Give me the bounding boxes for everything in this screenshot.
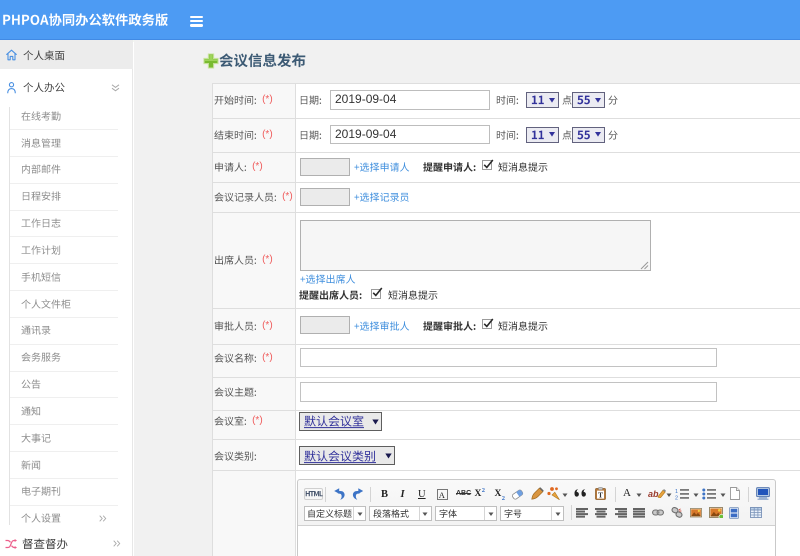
svg-text:2: 2: [675, 496, 678, 501]
svg-text:T: T: [597, 491, 602, 500]
svg-text:1: 1: [675, 489, 678, 495]
